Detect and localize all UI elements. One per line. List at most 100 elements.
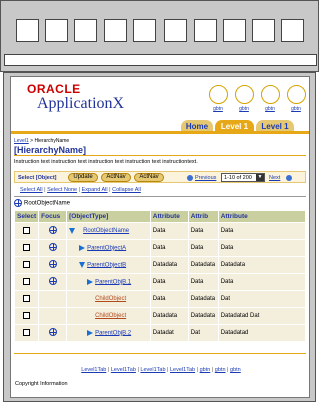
select-checkbox[interactable] <box>23 260 30 268</box>
select-none-link[interactable]: Select None <box>47 187 77 193</box>
browser-toolbar-button[interactable] <box>74 19 97 42</box>
next-link[interactable]: Next <box>269 175 280 181</box>
attribute-cell: Datadata <box>217 256 307 274</box>
select-all-link[interactable]: Select All <box>20 187 43 193</box>
hierarchy-table: Select Focus [ObjectType] Attribute Attr… <box>13 210 307 342</box>
browser-toolbar-button[interactable] <box>104 19 127 42</box>
global-button-2[interactable]: gbtn <box>233 85 255 112</box>
object-link[interactable]: ParentObjectB <box>87 262 126 268</box>
focus-crosshair-icon[interactable] <box>49 277 58 285</box>
focus-crosshair-icon[interactable] <box>14 199 22 207</box>
browser-toolbar-button[interactable] <box>281 19 304 42</box>
page-content: ORACLE ApplicationX gbtn gbtn gbtn gbtn … <box>10 76 310 398</box>
expand-triangle-icon[interactable] <box>79 244 86 251</box>
object-link[interactable]: ParentObjectA <box>87 245 126 251</box>
select-checkbox[interactable] <box>23 328 30 336</box>
global-button-3[interactable]: gbtn <box>259 85 281 112</box>
table-row: RootObjectName Data Data Data <box>13 222 307 240</box>
previous-link[interactable]: Previous <box>195 175 216 181</box>
global-button-4[interactable]: gbtn <box>285 85 307 112</box>
browser-toolbar-button[interactable] <box>252 19 275 42</box>
global-button-1[interactable]: gbtn <box>207 85 229 112</box>
select-checkbox[interactable] <box>23 226 30 234</box>
range-value: 1-10 of 200 <box>224 175 252 181</box>
browser-toolbar-button[interactable] <box>133 19 156 42</box>
update-button[interactable]: Update <box>68 173 98 182</box>
footer-link[interactable]: Level1Tab <box>140 367 165 373</box>
footer-link[interactable]: gbtn <box>215 367 226 373</box>
instruction-text: Instruction text instruction text instru… <box>14 159 198 165</box>
collapse-triangle-icon[interactable] <box>79 261 86 268</box>
footer-links: Level1Tab | Level1Tab | Level1Tab | Leve… <box>11 367 309 373</box>
footer-link[interactable]: Level1Tab <box>81 367 106 373</box>
object-link[interactable]: RootObjectName <box>83 228 129 234</box>
attribute-cell: Data <box>187 222 219 240</box>
collapse-all-link[interactable]: Collapse All <box>112 187 141 193</box>
attribute-cell: Data <box>149 222 189 240</box>
focus-crosshair-icon[interactable] <box>49 243 58 251</box>
previous-icon[interactable] <box>187 175 193 181</box>
actnav-button-1[interactable]: ActNav <box>101 173 131 182</box>
object-link[interactable]: ParentObjB.2 <box>95 330 131 336</box>
selection-links: Select All | Select None | Expand All | … <box>20 187 141 193</box>
breadcrumb: Level1 > HierarchyName <box>14 138 69 144</box>
next-icon[interactable] <box>286 175 292 181</box>
browser-toolbar-button[interactable] <box>16 19 39 42</box>
column-header-attribute[interactable]: Attribute <box>217 210 307 223</box>
chevron-down-icon[interactable]: ▼ <box>256 174 264 181</box>
focus-cell <box>38 324 68 342</box>
breadcrumb-link-level1[interactable]: Level1 <box>14 138 29 144</box>
expand-triangle-icon[interactable] <box>87 329 94 336</box>
expand-all-link[interactable]: Expand All <box>82 187 108 193</box>
attribute-cell: Datadata <box>187 290 219 308</box>
range-select[interactable]: 1-10 of 200 ▼ <box>221 173 265 182</box>
browser-toolbar-button[interactable] <box>223 19 246 42</box>
footer-divider <box>14 353 306 354</box>
app-name: ApplicationX <box>37 95 125 112</box>
address-bar[interactable] <box>4 54 317 66</box>
table-row: ParentObjectB Datadata Datadata Datadata <box>13 256 307 274</box>
breadcrumb-current: HierarchyName <box>34 138 70 144</box>
select-checkbox[interactable] <box>23 294 30 302</box>
collapse-triangle-icon[interactable] <box>69 227 76 234</box>
select-cell <box>13 324 40 342</box>
column-header-focus[interactable]: Focus <box>38 210 68 223</box>
focus-cell <box>38 307 68 325</box>
footer-link[interactable]: Level1Tab <box>170 367 195 373</box>
table-row: ParentObjectA Data Data Data <box>13 239 307 257</box>
column-header-select[interactable]: Select <box>13 210 40 223</box>
object-link[interactable]: ParentObjB.1 <box>95 279 131 285</box>
root-object-row: RootObjectName <box>14 199 70 207</box>
object-cell: ParentObjB.1 <box>66 273 151 291</box>
column-header-attribute[interactable]: Attribute <box>149 210 189 223</box>
footer-link[interactable]: gbtn <box>230 367 241 373</box>
footer-link[interactable]: gbtn <box>200 367 211 373</box>
attribute-cell: Data <box>217 239 307 257</box>
focus-crosshair-icon[interactable] <box>49 328 58 336</box>
object-link[interactable]: ChildObject <box>95 313 126 319</box>
browser-toolbar-button[interactable] <box>164 19 187 42</box>
select-checkbox[interactable] <box>23 243 30 251</box>
global-button-icon <box>234 85 254 104</box>
focus-crosshair-icon[interactable] <box>49 226 58 234</box>
object-link[interactable]: ChildObject <box>95 296 126 302</box>
attribute-cell: Data <box>149 239 189 257</box>
select-cell <box>13 239 40 257</box>
select-checkbox[interactable] <box>23 311 30 319</box>
browser-toolbar-button[interactable] <box>194 19 217 42</box>
focus-crosshair-icon[interactable] <box>49 260 58 268</box>
browser-toolbar-button[interactable] <box>45 19 68 42</box>
expand-triangle-icon[interactable] <box>87 278 94 285</box>
actnav-button-2[interactable]: ActNav <box>134 173 164 182</box>
select-cell <box>13 307 40 325</box>
column-header-object-type[interactable]: [ObjectType] <box>66 210 151 223</box>
attribute-cell: Data <box>187 273 219 291</box>
attribute-cell: Dat <box>187 324 219 342</box>
global-button-label: gbtn <box>213 106 223 112</box>
global-button-label: gbtn <box>265 106 275 112</box>
select-checkbox[interactable] <box>23 277 30 285</box>
table-row: ChildObject Data Datadata Dat <box>13 290 307 308</box>
focus-cell <box>38 239 68 257</box>
column-header-attrib[interactable]: Attrib <box>187 210 219 223</box>
footer-link[interactable]: Level1Tab <box>111 367 136 373</box>
